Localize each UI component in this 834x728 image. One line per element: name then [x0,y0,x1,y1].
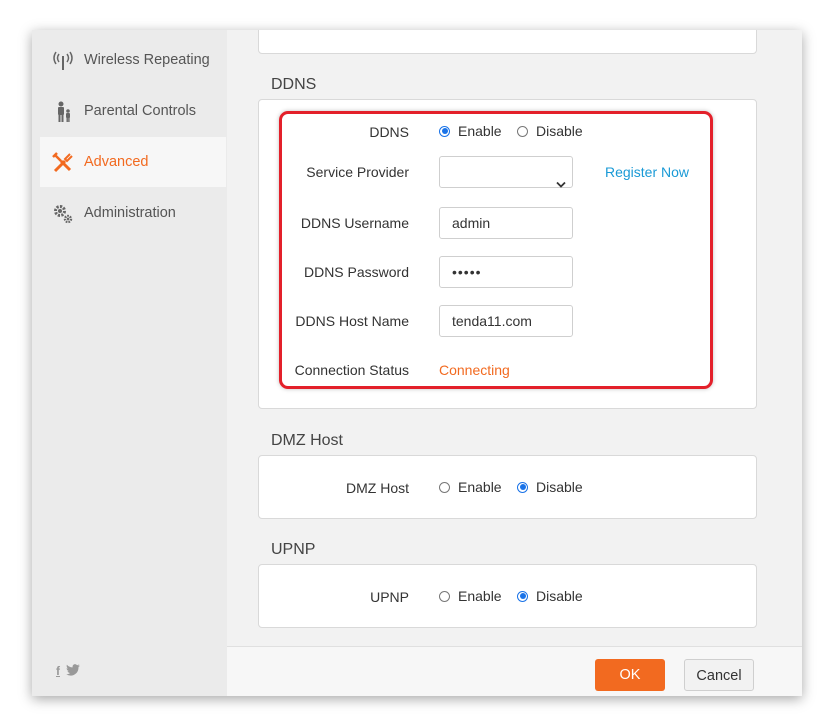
ok-button[interactable]: OK [595,659,665,691]
ddns-username-label: DDNS Username [300,215,409,231]
upnp-section-title: UPNP [271,541,316,558]
sidebar-item-label: Administration [84,205,176,221]
dmz-host-label: DMZ Host [346,480,409,496]
radio-label: Enable [458,588,502,604]
radio-unselected-indicator [517,125,528,137]
router-settings-window: Wireless Repeating Parental Controls Adv… [32,30,802,696]
upnp-panel: UPNP Enable Disable [258,564,757,628]
radio-unselected-indicator [439,590,450,602]
ddns-hostname-input[interactable]: tenda11.com [439,305,573,337]
social-links: f [56,664,80,679]
administration-gears-icon [52,203,74,225]
radio-label: Enable [458,479,502,495]
service-provider-label: Service Provider [306,164,409,180]
ddns-disable-radio[interactable]: Disable [517,123,583,139]
radio-selected-indicator [517,590,528,602]
radio-label: Disable [536,588,583,604]
upnp-label: UPNP [370,589,409,605]
ddns-username-input[interactable]: admin [439,207,573,239]
sidebar-item-advanced[interactable]: Advanced [40,137,226,187]
connection-status-value: Connecting [439,362,510,378]
ddns-section-title: DDNS [271,76,317,93]
dmz-enable-radio[interactable]: Enable [439,479,502,495]
ddns-panel: DDNS Enable Disable Service Provider Reg… [258,99,757,409]
ddns-password-input[interactable]: ••••• [439,256,573,288]
connection-status-label: Connection Status [294,362,409,378]
footer-bar: OK Cancel [227,646,802,696]
radio-unselected-indicator [439,481,450,493]
upnp-disable-radio[interactable]: Disable [517,588,583,604]
sidebar-item-wireless-repeating[interactable]: Wireless Repeating [40,35,226,85]
previous-section-panel [258,30,757,54]
sidebar-item-label: Advanced [84,154,149,170]
sidebar: Wireless Repeating Parental Controls Adv… [32,30,227,696]
ddns-hostname-label: DDNS Host Name [295,313,409,329]
advanced-tools-icon [52,152,74,174]
radio-label: Disable [536,123,583,139]
sidebar-item-parental-controls[interactable]: Parental Controls [40,86,226,136]
radio-label: Disable [536,479,583,495]
facebook-link[interactable]: f [56,664,60,679]
dmz-panel: DMZ Host Enable Disable [258,455,757,519]
upnp-enable-radio[interactable]: Enable [439,588,502,604]
dmz-section-title: DMZ Host [271,432,343,449]
radio-label: Enable [458,123,502,139]
service-provider-select[interactable] [439,156,573,188]
chevron-down-icon [556,169,566,188]
ddns-label: DDNS [369,124,409,140]
sidebar-item-administration[interactable]: Administration [40,188,226,238]
sidebar-item-label: Parental Controls [84,103,197,119]
cancel-button[interactable]: Cancel [684,659,754,691]
sidebar-item-label: Wireless Repeating [84,52,210,68]
ddns-password-label: DDNS Password [303,264,409,280]
wireless-repeating-icon [52,50,74,72]
radio-selected-indicator [517,481,528,493]
parental-controls-icon [52,101,74,123]
register-now-link[interactable]: Register Now [605,164,689,180]
ddns-enable-radio[interactable]: Enable [439,123,502,139]
twitter-icon[interactable] [66,664,80,679]
main-content: DDNS DDNS Enable Disable Service Provide… [227,30,802,646]
radio-selected-indicator [439,125,450,137]
dmz-disable-radio[interactable]: Disable [517,479,583,495]
